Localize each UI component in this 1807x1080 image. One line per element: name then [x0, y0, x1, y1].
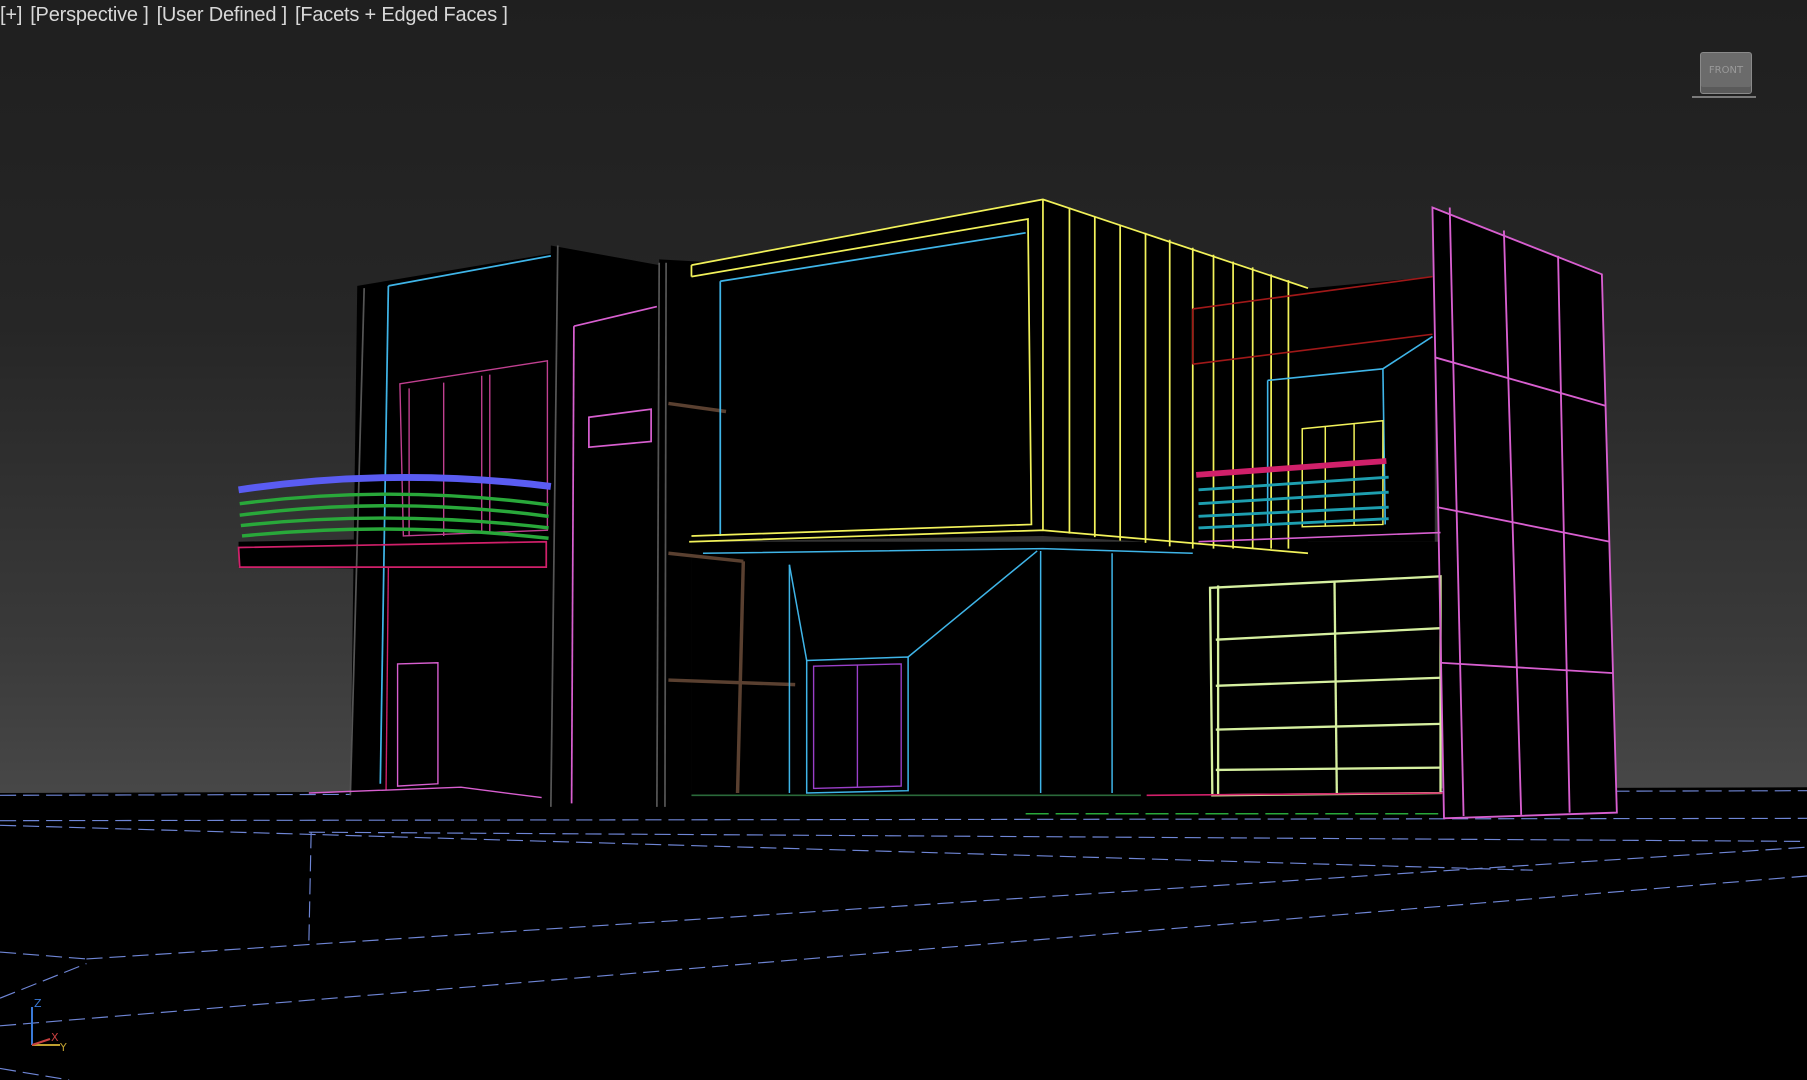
axis-y-label: Y: [59, 1041, 67, 1054]
axis-z-label: Z: [34, 997, 42, 1010]
axis-x-label: X: [51, 1031, 59, 1044]
viewcube-face-label: FRONT: [1708, 65, 1744, 76]
viewport-plus-menu[interactable]: [+]: [0, 4, 22, 27]
viewport-display-mode-menu[interactable]: [Facets + Edged Faces ]: [295, 4, 508, 27]
axis-tripod-icon: Z Y X: [31, 997, 67, 1054]
viewport-label-bar: [+] [Perspective ] [User Defined ] [Face…: [0, 4, 508, 27]
ground-plane: [0, 787, 1807, 1080]
viewcube-face[interactable]: FRONT: [1700, 52, 1752, 94]
viewcube-icon[interactable]: FRONT: [1692, 48, 1758, 102]
viewport-point-of-view-menu[interactable]: [Perspective ]: [30, 4, 149, 27]
perspective-viewport[interactable]: [+] [Perspective ] [User Defined ] [Face…: [0, 0, 1807, 1080]
viewcube-compass-ring[interactable]: [1692, 96, 1756, 98]
viewport-shading-preset-menu[interactable]: [User Defined ]: [157, 4, 288, 27]
scene-wireframe[interactable]: [0, 0, 1807, 1080]
